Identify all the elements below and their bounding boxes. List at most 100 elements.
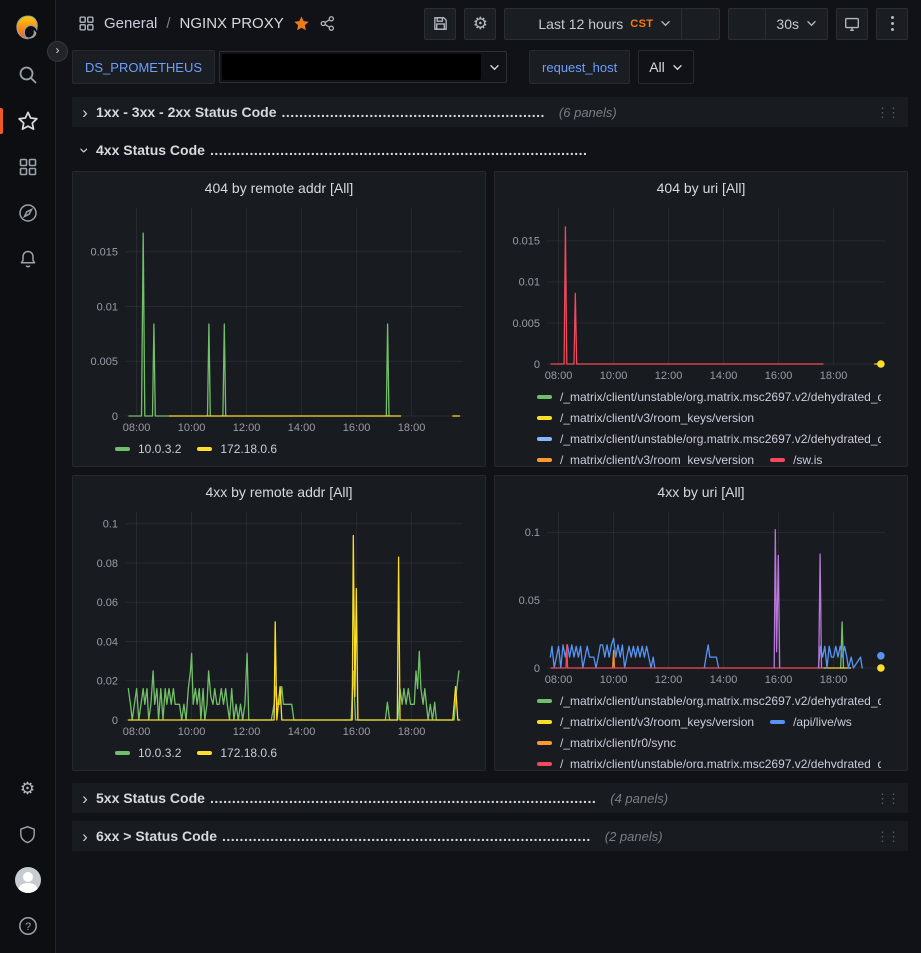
row-drag-handle[interactable]: ⋮⋮ — [876, 106, 898, 119]
legend-item[interactable]: 10.0.3.2 — [115, 438, 181, 459]
favorite-star-icon[interactable] — [293, 15, 310, 32]
sidebar-item-starred[interactable] — [0, 98, 55, 144]
refresh-interval-label: 30s — [776, 16, 799, 32]
panels-grid: 404 by remote addr [All] 00.0050.010.015… — [72, 171, 908, 771]
sidebar-item-dashboards[interactable] — [0, 144, 55, 190]
row-panel-count: (4 panels) — [610, 791, 668, 806]
sidebar-expand-button[interactable]: › — [47, 41, 68, 62]
time-series-chart[interactable]: 00.020.040.060.080.108:0010:0012:0014:00… — [81, 504, 477, 740]
svg-text:14:00: 14:00 — [288, 422, 316, 434]
time-range-label: Last 12 hours — [538, 16, 623, 32]
legend-series-label: /api/live/ws — [793, 715, 852, 729]
legend-item[interactable]: /_matrix/client/unstable/org.matrix.msc2… — [537, 386, 881, 407]
legend-item[interactable]: /api/live/ws — [770, 711, 852, 732]
grafana-app: ⚙ ? › General — [0, 0, 921, 953]
row-drag-handle[interactable]: ⋮⋮ — [876, 830, 898, 843]
zoom-out-icon — [692, 15, 709, 32]
main-area: General / NGINX PROXY ⚙ — [56, 0, 921, 953]
legend-series-label: /_matrix/client/v3/room_keys/version — [560, 453, 754, 465]
legend-item[interactable]: /_matrix/client/r0/sync — [537, 732, 676, 753]
legend-item[interactable]: 172.18.0.6 — [197, 742, 277, 763]
panel-title[interactable]: 4xx by remote addr [All] — [81, 480, 477, 504]
svg-text:10:00: 10:00 — [178, 726, 206, 738]
page-title[interactable]: NGINX PROXY — [180, 15, 284, 32]
monitor-icon — [843, 15, 861, 33]
legend-series-marker — [537, 416, 552, 420]
kebab-icon — [891, 16, 894, 31]
legend-item[interactable]: /sw.js — [770, 449, 822, 464]
tv-mode-button[interactable] — [836, 8, 868, 40]
panel-legend: 10.0.3.2 172.18.0.6 — [81, 740, 477, 768]
svg-text:0.01: 0.01 — [97, 301, 118, 313]
row-title-dots: ........................................… — [222, 828, 591, 844]
refresh-interval-picker[interactable]: 30s — [765, 9, 827, 39]
more-options-button[interactable] — [876, 8, 908, 40]
variable-label-request-host[interactable]: request_host — [529, 50, 630, 84]
legend-series-label: /_matrix/client/unstable/org.matrix.msc2… — [560, 694, 881, 708]
time-series-chart[interactable]: 00.0050.010.01508:0010:0012:0014:0016:00… — [81, 200, 477, 436]
share-icon[interactable] — [319, 15, 336, 32]
legend-series-marker — [537, 395, 552, 399]
svg-text:10:00: 10:00 — [600, 674, 628, 686]
chevron-down-icon — [660, 20, 671, 27]
row-panel-count: (6 panels) — [559, 105, 617, 120]
svg-text:08:00: 08:00 — [123, 726, 151, 738]
time-series-chart[interactable]: 00.0050.010.01508:0010:0012:0014:0016:00… — [503, 200, 899, 384]
svg-text:0.015: 0.015 — [90, 247, 118, 259]
variable-label-ds-prometheus[interactable]: DS_PROMETHEUS — [72, 50, 215, 84]
legend-series-marker — [537, 741, 552, 745]
zoom-out-button[interactable] — [681, 9, 719, 39]
sidebar-item-help[interactable]: ? — [0, 903, 55, 949]
svg-text:0.1: 0.1 — [525, 527, 540, 539]
row-6xx[interactable]: › 6xx > Status Code ....................… — [72, 821, 908, 851]
legend-item[interactable]: /_matrix/client/unstable/org.matrix.msc2… — [537, 428, 881, 449]
time-picker-group: Last 12 hours CST — [504, 8, 720, 40]
sidebar-item-configuration[interactable]: ⚙ — [0, 765, 55, 811]
request-host-select[interactable]: All — [638, 50, 694, 84]
refresh-button[interactable] — [729, 9, 765, 39]
toolbar-controls: ⚙ Last 12 hours CST — [424, 8, 908, 40]
row-4xx[interactable]: › 4xx Status Code ......................… — [72, 137, 908, 163]
sidebar-item-explore[interactable] — [0, 190, 55, 236]
dashboard-settings-button[interactable]: ⚙ — [464, 8, 496, 40]
legend-series-marker — [537, 720, 552, 724]
legend-item[interactable]: 10.0.3.2 — [115, 742, 181, 763]
grafana-flame-icon — [13, 14, 43, 44]
legend-series-label: 172.18.0.6 — [220, 746, 277, 760]
breadcrumb-folder[interactable]: General — [104, 15, 157, 32]
ds-prometheus-select[interactable] — [219, 51, 507, 83]
legend-item[interactable]: /_matrix/client/v3/room_keys/version — [537, 449, 754, 464]
legend-item[interactable]: /_matrix/client/v3/room_keys/version — [537, 711, 754, 732]
chevron-down-icon — [806, 20, 817, 27]
svg-text:16:00: 16:00 — [765, 674, 793, 686]
sidebar-item-alerting[interactable] — [0, 236, 55, 282]
row-5xx[interactable]: › 5xx Status Code ......................… — [72, 783, 908, 813]
panel-title[interactable]: 4xx by uri [All] — [503, 480, 899, 504]
grafana-logo[interactable] — [0, 6, 55, 52]
chevron-right-icon: › — [56, 43, 60, 57]
avatar — [15, 867, 41, 893]
refresh-group: 30s — [728, 8, 828, 40]
legend-item[interactable]: /_matrix/client/unstable/org.matrix.msc2… — [537, 753, 881, 768]
row-title: 5xx Status Code — [96, 790, 205, 806]
time-range-picker[interactable]: Last 12 hours CST — [505, 9, 681, 39]
chevron-down-icon: › — [77, 143, 94, 157]
panel-title[interactable]: 404 by uri [All] — [503, 176, 899, 200]
svg-text:0.04: 0.04 — [97, 636, 118, 648]
time-series-chart[interactable]: 00.050.108:0010:0012:0014:0016:0018:00 — [503, 504, 899, 688]
sidebar-item-search[interactable] — [0, 52, 55, 98]
row-drag-handle[interactable]: ⋮⋮ — [876, 792, 898, 805]
breadcrumb: General / NGINX PROXY — [78, 15, 336, 32]
legend-item[interactable]: /_matrix/client/unstable/org.matrix.msc2… — [537, 690, 881, 711]
save-dashboard-button[interactable] — [424, 8, 456, 40]
svg-text:14:00: 14:00 — [710, 370, 738, 382]
legend-item[interactable]: 172.18.0.6 — [197, 438, 277, 459]
sidebar-item-server-admin[interactable] — [0, 811, 55, 857]
row-1xx-3xx-2xx[interactable]: › 1xx - 3xx - 2xx Status Code ..........… — [72, 97, 908, 127]
legend-series-marker — [537, 762, 552, 766]
sidebar-item-profile[interactable] — [0, 857, 55, 903]
panel-title[interactable]: 404 by remote addr [All] — [81, 176, 477, 200]
svg-text:0: 0 — [534, 359, 540, 371]
star-icon — [17, 110, 39, 132]
legend-item[interactable]: /_matrix/client/v3/room_keys/version — [537, 407, 754, 428]
